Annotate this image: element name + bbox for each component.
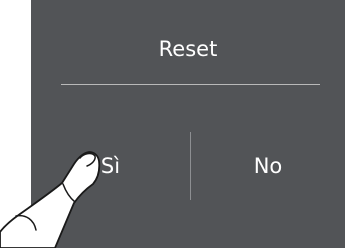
no-button[interactable]: No xyxy=(191,132,345,200)
screen: Reset Sì No xyxy=(0,0,345,248)
yes-label: Sì xyxy=(100,154,121,178)
reset-dialog: Reset Sì No xyxy=(31,0,345,248)
no-label: No xyxy=(253,154,283,178)
yes-button[interactable]: Sì xyxy=(31,132,190,200)
dialog-title: Reset xyxy=(158,37,218,61)
title-divider xyxy=(61,84,320,85)
